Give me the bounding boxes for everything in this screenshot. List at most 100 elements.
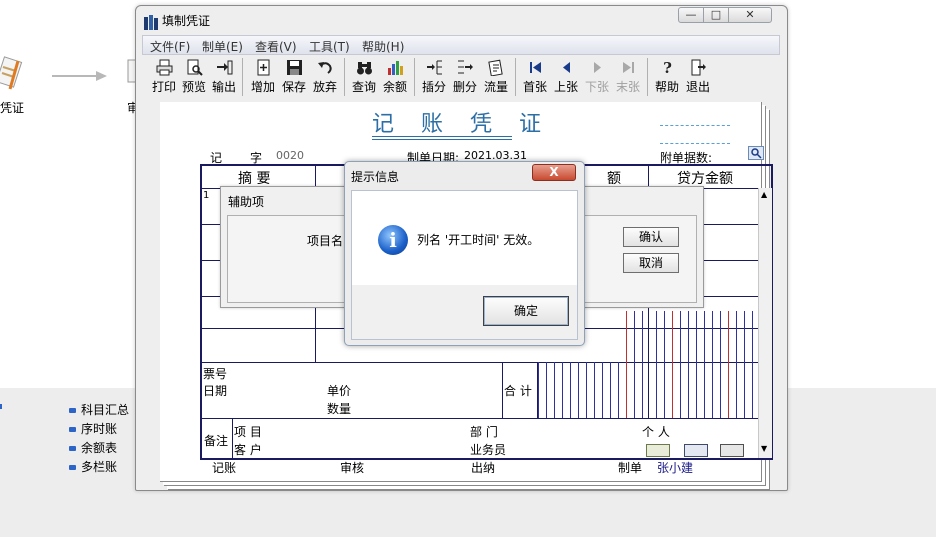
message-box: 提示信息 X i 列名 '开工时间' 无效。 确定 bbox=[344, 161, 585, 346]
print-button[interactable]: 打印 bbox=[150, 56, 178, 98]
next-icon bbox=[593, 62, 601, 73]
digit-line bbox=[688, 311, 689, 418]
voucher-title: 记 账 凭 证 bbox=[372, 112, 551, 137]
digit-line bbox=[712, 311, 713, 418]
digit-line bbox=[752, 311, 753, 418]
digit-line bbox=[656, 311, 657, 418]
query-button[interactable]: 查询 bbox=[350, 56, 378, 98]
menu-help[interactable]: 帮助(H) bbox=[362, 38, 404, 55]
help-icon: ? bbox=[663, 59, 672, 76]
discard-button[interactable]: 放弃 bbox=[311, 56, 339, 98]
close-window-button[interactable]: ✕ bbox=[728, 7, 772, 23]
menu-view[interactable]: 查看(V) bbox=[255, 38, 297, 55]
dashed-line bbox=[660, 125, 730, 126]
col-header-summary: 摘 要 bbox=[238, 171, 271, 187]
digit-line bbox=[744, 311, 745, 418]
nav-item-multi-column[interactable]: 多栏账 bbox=[69, 458, 129, 475]
delete-entry-button[interactable]: 删分 bbox=[451, 56, 479, 98]
cash-flow-button[interactable]: 流量 bbox=[482, 56, 510, 98]
digit-line bbox=[562, 362, 563, 418]
row-number: 1 bbox=[203, 190, 210, 201]
menu-tools[interactable]: 工具(T) bbox=[309, 38, 350, 55]
menu-edit[interactable]: 制单(E) bbox=[202, 38, 243, 55]
flow-icon bbox=[487, 59, 503, 76]
maker-name: 张小建 bbox=[657, 461, 694, 475]
delete-row-icon bbox=[457, 60, 473, 74]
row-divider bbox=[202, 362, 758, 363]
toolbar-separator bbox=[344, 58, 345, 96]
reviewer-label: 审核 bbox=[340, 461, 365, 475]
digit-line bbox=[720, 311, 721, 418]
window-title: 填制凭证 bbox=[162, 14, 211, 28]
nav-item-balance-sheet[interactable]: 余额表 bbox=[69, 439, 129, 456]
vertical-scrollbar[interactable]: ▲ ▼ bbox=[758, 188, 772, 458]
export-button[interactable]: 输出 bbox=[210, 56, 238, 98]
nav-item-journal[interactable]: 序时账 bbox=[69, 420, 129, 437]
total-label: 合 计 bbox=[504, 384, 532, 398]
save-icon bbox=[286, 60, 302, 75]
decimal-line bbox=[728, 311, 729, 418]
card-icon[interactable] bbox=[646, 444, 670, 457]
message-close-button[interactable]: X bbox=[532, 164, 576, 181]
magnifier-icon[interactable] bbox=[748, 146, 764, 160]
calculator-icon[interactable] bbox=[720, 444, 744, 457]
bullet-icon bbox=[69, 446, 76, 451]
col-header-credit: 贷方金额 bbox=[677, 171, 733, 187]
help-button[interactable]: ? 帮助 bbox=[653, 56, 681, 98]
menu-file[interactable]: 文件(F) bbox=[150, 38, 190, 55]
digit-line bbox=[736, 311, 737, 418]
left-edge-marker bbox=[0, 404, 2, 409]
decimal-line bbox=[626, 311, 627, 418]
cancel-button[interactable]: 取消 bbox=[623, 253, 679, 273]
digit-line bbox=[538, 362, 539, 418]
aux-dialog-title: 辅助项 bbox=[228, 195, 265, 209]
undo-icon bbox=[317, 62, 332, 74]
binoculars-icon bbox=[356, 62, 372, 75]
confirm-button[interactable]: 确认 bbox=[623, 227, 679, 247]
save-button[interactable]: 保存 bbox=[280, 56, 308, 98]
voucher-document-icon[interactable] bbox=[0, 55, 26, 95]
digit-line bbox=[578, 362, 579, 418]
nav-item-account-summary[interactable]: 科目汇总 bbox=[69, 401, 129, 418]
row-divider bbox=[202, 418, 758, 419]
id-card-icon[interactable] bbox=[684, 444, 708, 457]
col-divider bbox=[502, 362, 503, 418]
cashier-label: 出纳 bbox=[471, 461, 496, 475]
side-nav-list: 科目汇总 序时账 余额表 多栏账 bbox=[69, 401, 129, 475]
digit-line bbox=[594, 362, 595, 418]
printer-icon bbox=[156, 59, 172, 76]
thousands-line bbox=[672, 311, 673, 418]
voucher-icon-label[interactable]: 凭证 bbox=[0, 99, 24, 116]
title-underline bbox=[372, 139, 512, 140]
scroll-down-icon[interactable]: ▼ bbox=[761, 444, 767, 453]
next-voucher-button[interactable]: 下张 bbox=[583, 56, 611, 98]
insert-entry-button[interactable]: 插分 bbox=[420, 56, 448, 98]
preview-icon bbox=[187, 59, 203, 76]
voucher-number[interactable]: 0020 bbox=[276, 149, 304, 162]
first-icon bbox=[529, 62, 541, 73]
ok-button[interactable]: 确定 bbox=[483, 296, 569, 326]
toolbar-separator bbox=[242, 58, 243, 96]
bullet-icon bbox=[69, 465, 76, 470]
preview-button[interactable]: 预览 bbox=[180, 56, 208, 98]
balance-chart-icon bbox=[387, 61, 403, 75]
balance-button[interactable]: 余额 bbox=[381, 56, 409, 98]
digit-line bbox=[634, 311, 635, 418]
previous-voucher-button[interactable]: 上张 bbox=[552, 56, 580, 98]
exit-icon bbox=[691, 59, 706, 76]
message-box-title: 提示信息 bbox=[351, 170, 400, 184]
quantity-label: 数量 bbox=[327, 402, 352, 416]
minimize-button[interactable]: — bbox=[678, 7, 704, 23]
col-divider bbox=[232, 418, 233, 458]
add-button[interactable]: 增加 bbox=[249, 56, 277, 98]
toolbar-separator bbox=[515, 58, 516, 96]
maximize-button[interactable]: □ bbox=[703, 7, 729, 23]
digit-line bbox=[546, 362, 547, 418]
maker-label: 制单 bbox=[618, 461, 643, 475]
bullet-icon bbox=[69, 427, 76, 432]
exit-button[interactable]: 退出 bbox=[684, 56, 712, 98]
scroll-up-icon[interactable]: ▲ bbox=[761, 190, 767, 199]
first-voucher-button[interactable]: 首张 bbox=[521, 56, 549, 98]
department-label: 部 门 bbox=[470, 425, 498, 439]
last-voucher-button[interactable]: 末张 bbox=[614, 56, 642, 98]
